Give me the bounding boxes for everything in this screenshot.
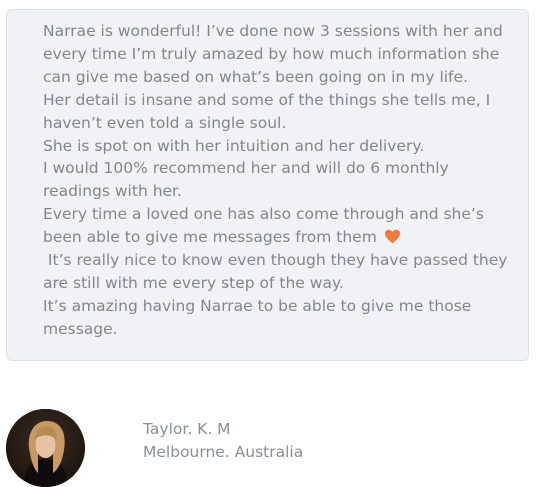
testimonial-line: are still with me every step of the way. xyxy=(43,273,344,292)
reviewer-name: Taylor. K. M xyxy=(143,420,231,438)
reviewer-location: Melbourne. Australia xyxy=(143,443,304,461)
testimonial-line: Narrae is wonderful! I’ve done now 3 ses… xyxy=(43,22,503,40)
testimonial-text: Narrae is wonderful! I’ve done now 3 ses… xyxy=(43,20,513,341)
testimonial-line: I would 100% recommend her and will do 6… xyxy=(43,159,449,178)
testimonial-line-with-heart: been able to give me messages from them xyxy=(43,226,513,249)
testimonial-line: Every time a loved one has also come thr… xyxy=(43,205,484,224)
testimonial-line: every time I’m truly amazed by how much … xyxy=(43,44,500,63)
testimonial-line: haven’t even told a single soul. xyxy=(43,113,287,132)
testimonial-line: message. xyxy=(43,319,118,338)
orange-heart-icon xyxy=(384,228,401,244)
testimonial-line: Her detail is insane and some of the thi… xyxy=(43,90,491,109)
testimonial-line: It’s really nice to know even though the… xyxy=(43,251,508,270)
testimonial-line-text: been able to give me messages from them xyxy=(43,228,377,247)
reviewer-avatar xyxy=(6,409,85,487)
testimonial-line: She is spot on with her intuition and he… xyxy=(43,136,425,155)
testimonial-line: readings with her. xyxy=(43,182,182,201)
testimonial-line: It’s amazing having Narrae to be able to… xyxy=(43,296,472,315)
testimonial-card: Narrae is wonderful! I’ve done now 3 ses… xyxy=(6,9,529,361)
testimonial-line: can give me based on what’s been going o… xyxy=(43,67,468,86)
